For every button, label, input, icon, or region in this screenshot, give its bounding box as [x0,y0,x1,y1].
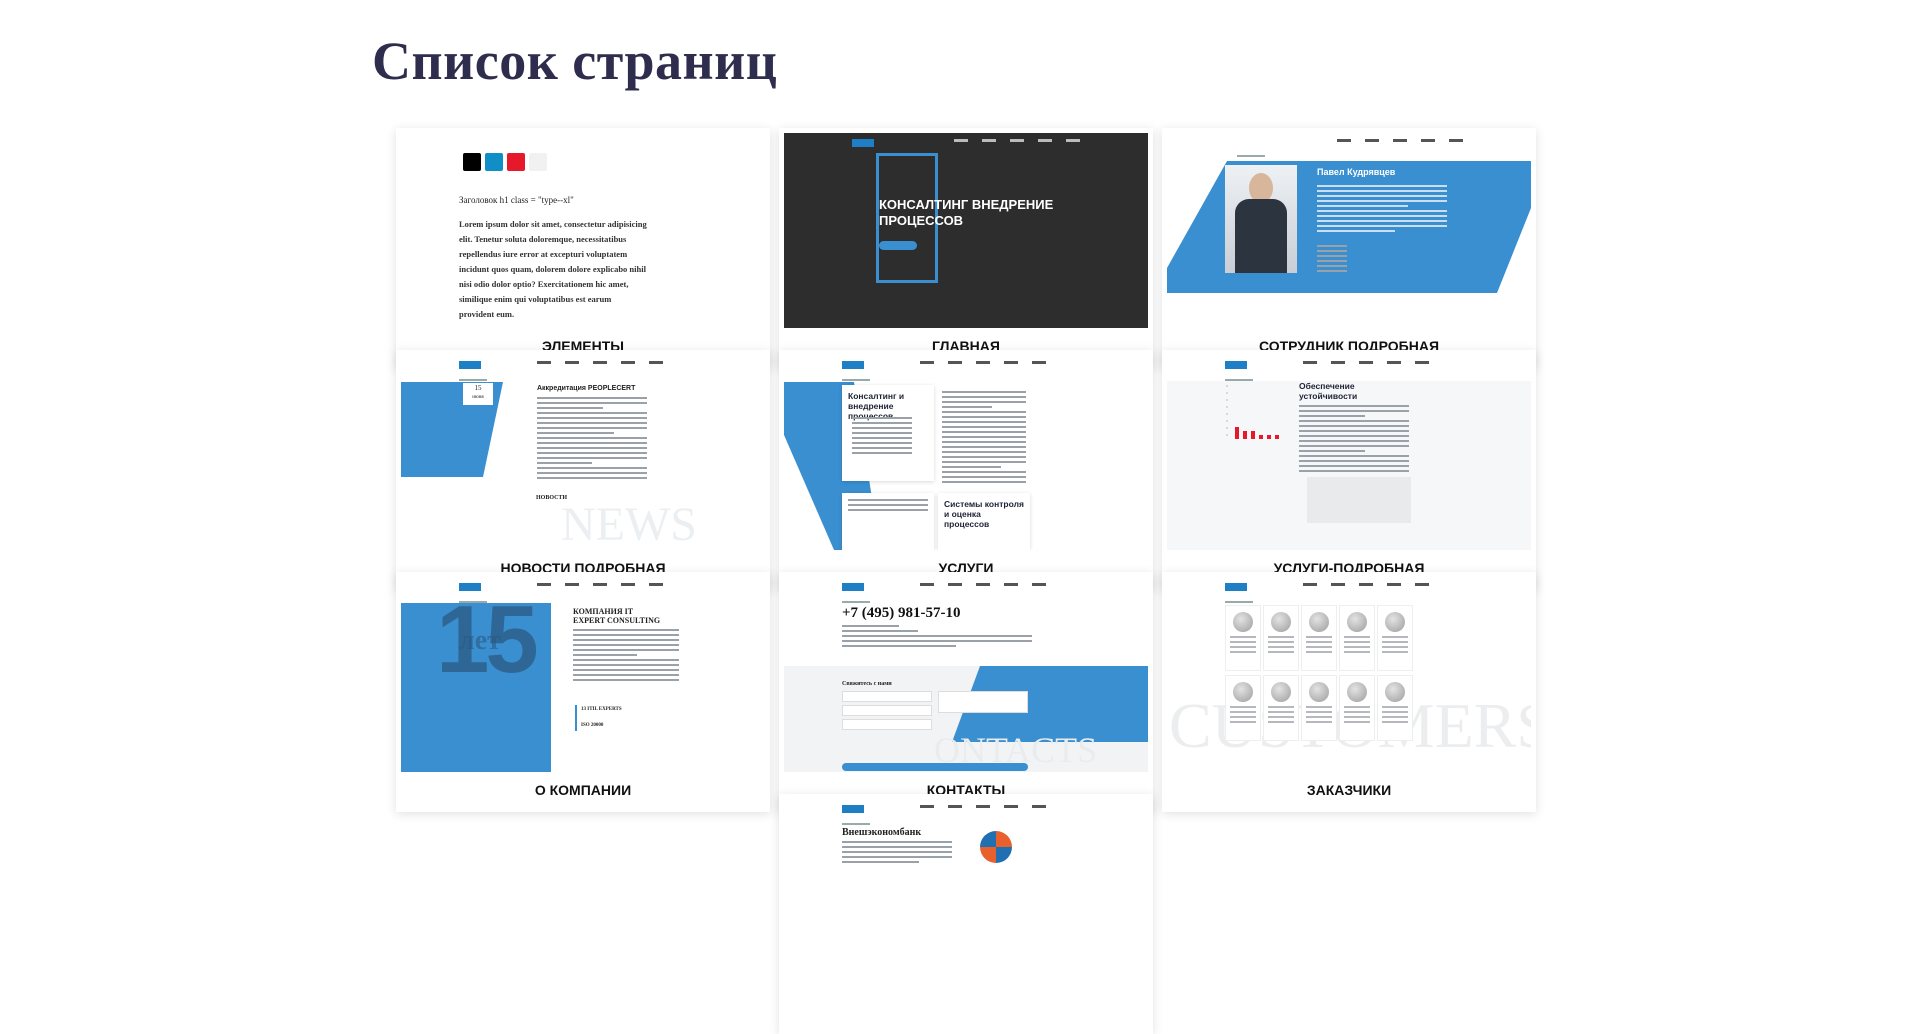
news-title: Аккредитация PEOPLECERT [537,385,636,392]
customer-seal-icon [1309,612,1329,632]
customer-logo-card [1339,605,1375,671]
hero-button [879,241,917,250]
contacts-thumbnail: +7 (495) 981-57-10 Свяжитесь с нами ONTA… [784,577,1148,772]
chart-bar [1251,431,1255,439]
chart-bar [1275,435,1279,439]
swatch-light [529,153,547,171]
page-card-bank[interactable]: Внешэкономбанк [779,794,1153,1034]
chart-bar [1259,435,1263,439]
elements-body-sample: Lorem ipsum dolor sit amet, consectetur … [459,219,647,319]
page-card-services[interactable]: Консалтинг и внедрение процессов Системы… [779,350,1153,590]
service-box-1: Консалтинг и внедрение процессов [842,385,934,481]
bank-thumbnail: Внешэкономбанк [784,799,1148,994]
service-detail-thumbnail: Обеспечение устойчивости [1167,355,1531,550]
page-title: Список страниц [372,31,778,91]
swatch-red [507,153,525,171]
page-card-customers[interactable]: CUSTOMERS Заказчики [1162,572,1536,812]
page-card-news[interactable]: 15 июня Аккредитация PEOPLECERT NEWS НОВ… [396,350,770,590]
main-hero: КОНСАЛТИНГ ВНЕДРЕНИЕ ПРОЦЕССОВ [784,133,1148,328]
bank-title: Внешэкономбанк [842,827,922,838]
bank-logo [980,831,1012,863]
customer-seal-icon [1385,682,1405,702]
swatch-blue [485,153,503,171]
customer-logo-card [1301,675,1337,741]
customer-seal-icon [1347,612,1367,632]
customer-seal-icon [1233,682,1253,702]
news-date-month: июня [472,395,484,400]
services-thumbnail: Консалтинг и внедрение процессов Системы… [784,355,1148,550]
customer-logo-card [1225,675,1261,741]
customer-seal-icon [1271,682,1291,702]
elements-heading-sample: Заголовок h1 class = "type--xl" [459,195,574,205]
customer-logo-card [1377,675,1413,741]
page-card-main[interactable]: КОНСАЛТИНГ ВНЕДРЕНИЕ ПРОЦЕССОВ Главная [779,128,1153,368]
card-label-about: О компании [534,782,632,798]
employee-photo [1225,165,1297,273]
customers-thumbnail: CUSTOMERS [1167,577,1531,772]
news-thumbnail: 15 июня Аккредитация PEOPLECERT NEWS НОВ… [401,355,765,550]
page-card-service-detail[interactable]: Обеспечение устойчивости Услуги-подробна… [1162,350,1536,590]
chart-bar [1243,431,1247,439]
customer-seal-icon [1233,612,1253,632]
service-box-2-title: Системы контроля и оценка процессов [944,499,1024,529]
news-section-label: НОВОСТИ [536,495,568,501]
card-label-customers: Заказчики [1306,782,1392,798]
customer-logo-card [1339,675,1375,741]
swatch-black [463,153,481,171]
elements-thumbnail: Заголовок h1 class = "type--xl" Lorem ip… [401,133,765,328]
about-title: КОМПАНИЯ IT EXPERT CONSULTING [573,607,661,625]
about-stat-2: ISO 20000 [581,723,604,728]
page-card-contacts[interactable]: +7 (495) 981-57-10 Свяжитесь с нами ONTA… [779,572,1153,812]
customer-seal-icon [1385,612,1405,632]
customer-logo-card [1263,675,1299,741]
customer-logo-card [1377,605,1413,671]
news-date-badge: 15 июня [463,383,493,405]
service-box-2: Системы контроля и оценка процессов [938,493,1030,550]
main-thumbnail: КОНСАЛТИНГ ВНЕДРЕНИЕ ПРОЦЕССОВ [784,133,1148,328]
customer-logo-card [1225,605,1261,671]
customer-seal-icon [1347,682,1367,702]
customer-logo-card [1263,605,1299,671]
about-stat-1: 13 ITIL EXPERTS [581,707,622,712]
customer-seal-icon [1309,682,1329,702]
service-box-white [842,493,934,550]
page-card-elements[interactable]: Заголовок h1 class = "type--xl" Lorem ip… [396,128,770,368]
customer-seal-icon [1271,612,1291,632]
chart-bar [1235,427,1239,439]
contact-form-title: Свяжитесь с нами [842,681,892,687]
news-watermark: NEWS [561,498,697,550]
service-detail-title: Обеспечение устойчивости [1299,381,1358,401]
service-detail-chart [1226,385,1279,439]
customer-logo-card [1301,605,1337,671]
about-years-suffix: лет [459,625,501,656]
page-card-about[interactable]: 15 лет КОМПАНИЯ IT EXPERT CONSULTING 13 … [396,572,770,812]
hero-title: КОНСАЛТИНГ ВНЕДРЕНИЕ ПРОЦЕССОВ [879,197,1054,228]
employee-thumbnail: Павел Кудрявцев [1167,133,1531,328]
employee-name: Павел Кудрявцев [1317,167,1396,177]
news-date-day: 15 [474,384,482,392]
chart-bar [1267,435,1271,439]
contacts-watermark: ONTACTS [934,730,1098,770]
service-box-1-title: Консалтинг и внедрение процессов [848,391,905,421]
page-card-employee[interactable]: Павел Кудрявцев Сотрудник подробная [1162,128,1536,368]
about-thumbnail: 15 лет КОМПАНИЯ IT EXPERT CONSULTING 13 … [401,577,765,772]
